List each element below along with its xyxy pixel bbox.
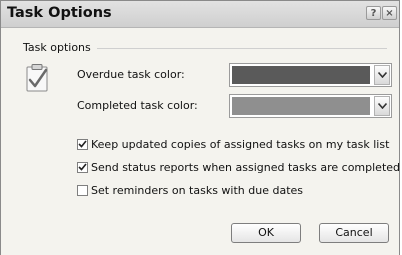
close-button[interactable]: × (382, 6, 397, 20)
keep-updated-copies-option[interactable]: Keep updated copies of assigned tasks on… (77, 137, 389, 151)
task-checklist-icon (25, 63, 51, 93)
completed-color-label: Completed task color: (77, 99, 198, 112)
title-bar[interactable]: Task Options ? × (1, 1, 399, 28)
completed-dropdown-button[interactable] (374, 96, 390, 116)
overdue-color-label: Overdue task color: (77, 68, 185, 81)
chevron-down-icon (377, 72, 387, 78)
keep-updated-copies-label: Keep updated copies of assigned tasks on… (91, 137, 390, 151)
overdue-color-swatch (232, 66, 370, 84)
keep-updated-copies-checkbox[interactable] (77, 138, 88, 150)
set-reminders-checkbox[interactable] (77, 184, 88, 196)
set-reminders-option[interactable]: Set reminders on tasks with due dates (77, 183, 303, 197)
dialog-title: Task Options (7, 5, 112, 21)
group-divider (97, 48, 387, 49)
overdue-dropdown-button[interactable] (374, 65, 390, 85)
overdue-color-select[interactable] (229, 63, 392, 87)
task-options-dialog: Task Options ? × Task options Overdue ta… (0, 0, 400, 255)
completed-color-select[interactable] (229, 94, 392, 118)
group-label: Task options (23, 41, 91, 54)
ok-button[interactable]: OK (231, 223, 301, 243)
set-reminders-label: Set reminders on tasks with due dates (91, 183, 304, 197)
chevron-down-icon (377, 103, 387, 109)
completed-color-swatch (232, 97, 370, 115)
cancel-button[interactable]: Cancel (319, 223, 389, 243)
send-status-reports-checkbox[interactable] (77, 161, 88, 173)
send-status-reports-option[interactable]: Send status reports when assigned tasks … (77, 160, 400, 174)
send-status-reports-label: Send status reports when assigned tasks … (91, 160, 401, 174)
checkmark-icon (78, 163, 87, 171)
checkmark-icon (78, 140, 87, 148)
help-button[interactable]: ? (366, 6, 381, 20)
